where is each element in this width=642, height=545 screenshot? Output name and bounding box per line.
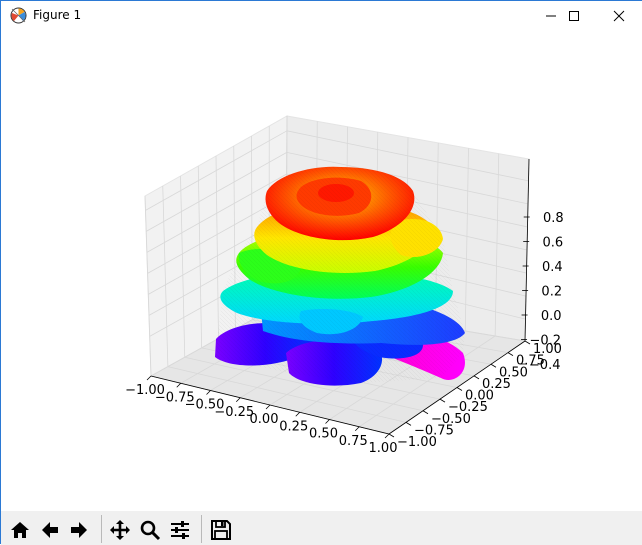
magnifier-icon bbox=[139, 519, 161, 541]
y-tick-mark bbox=[389, 434, 394, 437]
z-tick-label: −0.2 bbox=[529, 334, 561, 349]
x-tick-label: 0.00 bbox=[250, 412, 279, 427]
x-tick-mark bbox=[326, 420, 330, 424]
zoom-button[interactable] bbox=[137, 517, 163, 543]
x-tick-mark bbox=[296, 412, 300, 416]
back-button[interactable] bbox=[37, 517, 63, 543]
y-tick-mark bbox=[474, 376, 479, 379]
figure-canvas[interactable]: −1.00−0.75−0.50−0.250.000.250.500.751.00… bbox=[1, 31, 642, 511]
x-tick-mark bbox=[385, 434, 389, 438]
x-tick-mark bbox=[177, 383, 181, 387]
x-tick-label: 0.75 bbox=[339, 434, 368, 449]
x-tick-mark bbox=[147, 376, 151, 380]
window-title: Figure 1 bbox=[33, 8, 81, 22]
toolbar-separator bbox=[101, 515, 102, 543]
x-tick-mark bbox=[236, 398, 240, 402]
arrow-right-icon bbox=[68, 519, 90, 541]
x-tick-label: 1.00 bbox=[369, 441, 398, 456]
title-bar[interactable]: Figure 1 bbox=[1, 1, 642, 31]
sliders-icon bbox=[169, 519, 191, 541]
move-icon bbox=[109, 519, 131, 541]
x-tick-label: 0.25 bbox=[279, 419, 308, 434]
matplotlib-icon bbox=[10, 7, 27, 24]
z-tick-label: −0.4 bbox=[529, 358, 561, 373]
x-tick-label: −0.25 bbox=[214, 405, 254, 420]
home-icon bbox=[9, 519, 31, 541]
y-tick-mark bbox=[508, 353, 513, 356]
toolbar-separator bbox=[201, 515, 202, 543]
maximize-button[interactable] bbox=[551, 1, 597, 31]
floppy-disk-icon bbox=[210, 519, 232, 541]
z-tick-label: 0.4 bbox=[542, 260, 563, 275]
z-tick-label: 0.8 bbox=[543, 211, 564, 226]
x-tick-mark bbox=[355, 427, 359, 431]
figure-window: Figure 1 bbox=[0, 0, 642, 544]
arrow-left-icon bbox=[39, 519, 61, 541]
y-tick-mark bbox=[423, 411, 428, 414]
x-tick-mark bbox=[266, 405, 270, 409]
y-tick-mark bbox=[457, 388, 462, 391]
pan-button[interactable] bbox=[107, 517, 133, 543]
forward-button[interactable] bbox=[66, 517, 92, 543]
save-button[interactable] bbox=[208, 517, 234, 543]
close-button[interactable] bbox=[596, 1, 642, 31]
configure-subplots-button[interactable] bbox=[167, 517, 193, 543]
z-tick-label: 0.6 bbox=[542, 236, 563, 251]
home-button[interactable] bbox=[7, 517, 33, 543]
x-tick-label: 0.50 bbox=[309, 427, 338, 442]
y-tick-mark bbox=[406, 422, 411, 425]
3d-axes[interactable]: −1.00−0.75−0.50−0.250.000.250.500.751.00… bbox=[1, 31, 642, 511]
x-tick-mark bbox=[207, 391, 211, 395]
z-tick-label: 0.2 bbox=[541, 285, 562, 300]
maximize-icon bbox=[568, 10, 580, 22]
navigation-toolbar bbox=[1, 511, 642, 545]
z-tick-label: 0.0 bbox=[541, 309, 562, 324]
y-tick-mark bbox=[440, 399, 445, 402]
close-icon bbox=[613, 10, 625, 22]
y-tick-mark bbox=[491, 364, 496, 367]
